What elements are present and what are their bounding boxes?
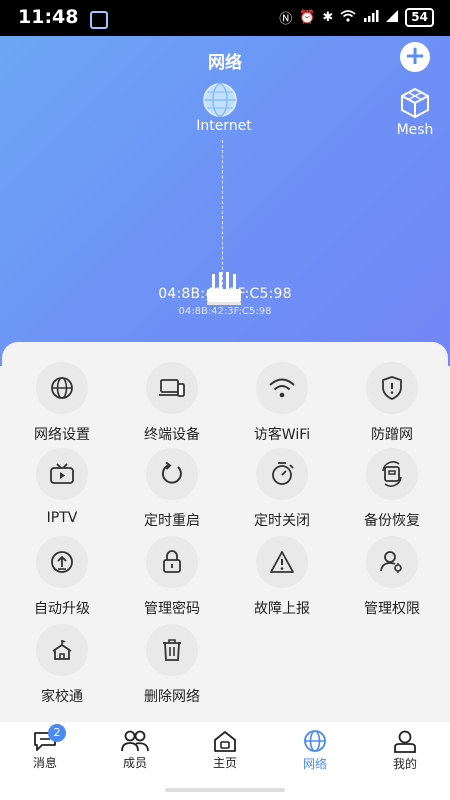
grid-label: 管理权限: [364, 601, 420, 617]
network-icon: [304, 729, 326, 752]
grid-label: 终端设备: [144, 427, 200, 443]
members-icon: [121, 730, 149, 751]
grid-label: 管理密码: [144, 601, 200, 617]
grid-item-scheduled-shutdown[interactable]: 定时关闭: [227, 448, 337, 530]
grid-item-fault-report[interactable]: 故障上报: [227, 536, 337, 618]
tab-messages[interactable]: 2 消息: [0, 722, 90, 778]
grid-item-guest-wifi[interactable]: 访客WiFi: [227, 362, 337, 444]
tab-home[interactable]: 主页: [180, 722, 270, 778]
grid-item-anti-leech[interactable]: 防蹭网: [337, 362, 447, 444]
grid-item-admin-password[interactable]: 管理密码: [117, 536, 227, 618]
status-time: 11:48: [18, 6, 79, 28]
internet-globe-icon[interactable]: [202, 82, 238, 118]
mesh-label[interactable]: Mesh: [388, 122, 442, 138]
system-nav-bar: [0, 778, 450, 800]
grid-label: 定时关闭: [254, 513, 310, 529]
tab-network[interactable]: 网络: [270, 722, 360, 778]
grid-label: 家校通: [41, 689, 83, 705]
grid-label: IPTV: [46, 510, 78, 526]
school-icon: [36, 624, 88, 676]
tab-label: 成员: [122, 755, 147, 770]
profile-icon: [394, 730, 416, 753]
battery-indicator: 54: [405, 8, 434, 27]
grid-item-backup-restore[interactable]: 备份恢复: [337, 448, 447, 530]
devices-icon: [146, 362, 198, 414]
grid-label: 访客WiFi: [253, 427, 311, 443]
app-notification-icon: [90, 11, 108, 29]
grid-label: 网络设置: [34, 427, 90, 443]
signal-icon: [363, 9, 379, 26]
grid-label: 故障上报: [254, 601, 310, 617]
grid-label: 备份恢复: [364, 513, 420, 529]
grid-item-network-settings[interactable]: 网络设置: [7, 362, 117, 444]
grid-label: 定时重启: [144, 513, 200, 529]
globe-icon: [36, 362, 88, 414]
add-button[interactable]: +: [400, 42, 430, 72]
screen: 11:48 Ⓝ ⏰ ✱ 54 网络 + Internet Mesh 04:8B:…: [0, 0, 450, 800]
grid-item-iptv[interactable]: IPTV: [7, 448, 117, 526]
connection-line: [222, 140, 223, 290]
timer-off-icon: [256, 448, 308, 500]
restart-icon: [146, 448, 198, 500]
grid-item-delete-network[interactable]: 删除网络: [117, 624, 227, 706]
admin-icon: [366, 536, 418, 588]
bluetooth-icon: ✱: [322, 10, 334, 25]
tab-members[interactable]: 成员: [90, 722, 180, 778]
nfc-icon: Ⓝ: [279, 12, 293, 27]
page-title: 网络: [208, 53, 242, 73]
home-indicator[interactable]: [165, 788, 285, 792]
tab-label: 主页: [212, 755, 237, 770]
tab-profile[interactable]: 我的: [360, 722, 450, 778]
wifi-status-icon: [340, 9, 356, 26]
network-topology-header: 网络 + Internet Mesh 04:8B:42:3F:C5:98 04:…: [0, 36, 450, 366]
router-mac-sub: 04:8B:42:3F:C5:98: [178, 306, 272, 317]
mesh-cube-icon[interactable]: [398, 86, 432, 120]
router-mac: 04:8B:42:3F:C5:98: [158, 286, 292, 302]
alarm-icon: ⏰: [299, 10, 316, 25]
grid-label: 防蹭网: [371, 427, 413, 443]
internet-label: Internet: [196, 118, 252, 134]
lock-icon: [146, 536, 198, 588]
grid-item-auto-upgrade[interactable]: 自动升级: [7, 536, 117, 618]
grid-item-admin-permission[interactable]: 管理权限: [337, 536, 447, 618]
shield-icon: [366, 362, 418, 414]
status-icons: Ⓝ ⏰ ✱ 54: [279, 8, 434, 27]
warning-icon: [256, 536, 308, 588]
grid-label: 自动升级: [34, 601, 90, 617]
grid-label: 删除网络: [144, 689, 200, 705]
bottom-tab-bar: 2 消息 成员 主页 网络 我的: [0, 722, 450, 778]
upgrade-icon: [36, 536, 88, 588]
trash-icon: [146, 624, 198, 676]
signal-2-icon: [386, 9, 399, 26]
backup-icon: [366, 448, 418, 500]
function-panel: 网络设置 终端设备 访客WiFi 防蹭网 IPTV 定时重启 定时关闭 备份恢复…: [2, 342, 448, 722]
status-bar: 11:48 Ⓝ ⏰ ✱ 54: [0, 0, 450, 36]
grid-item-terminal-devices[interactable]: 终端设备: [117, 362, 227, 444]
tab-label: 网络: [302, 756, 327, 771]
message-badge: 2: [48, 724, 66, 742]
home-icon: [214, 730, 236, 752]
wifi-icon: [256, 362, 308, 414]
grid-item-home-school[interactable]: 家校通: [7, 624, 117, 706]
grid-item-scheduled-restart[interactable]: 定时重启: [117, 448, 227, 530]
tab-label: 消息: [32, 755, 57, 770]
tab-label: 我的: [392, 756, 417, 771]
tv-icon: [36, 448, 88, 500]
